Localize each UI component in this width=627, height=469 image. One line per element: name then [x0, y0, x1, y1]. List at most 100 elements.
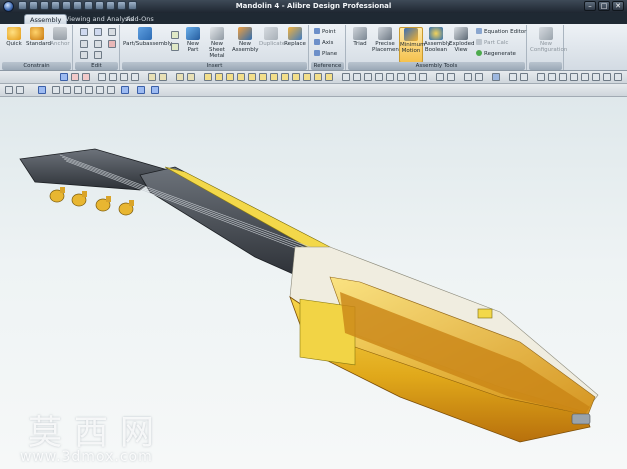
sketch-display-icon[interactable]: [85, 86, 93, 94]
axis-button[interactable]: Axis: [314, 39, 333, 47]
section-icon[interactable]: [342, 73, 350, 81]
shaded-edges-icon[interactable]: [52, 86, 60, 94]
tab-add-ons[interactable]: Add-Ons: [121, 14, 159, 24]
isolate-icon[interactable]: [475, 73, 483, 81]
equation-editor-button[interactable]: Equation Editor: [476, 28, 526, 36]
view-front-icon[interactable]: [148, 73, 156, 81]
explorer-options-icon[interactable]: [16, 86, 24, 94]
mass-properties-icon[interactable]: [375, 73, 383, 81]
point-button[interactable]: Point: [314, 28, 336, 36]
view-next-icon[interactable]: [292, 73, 300, 81]
view-dimetric-icon[interactable]: [237, 73, 245, 81]
view-iso-icon[interactable]: [226, 73, 234, 81]
assembly-boolean-button[interactable]: Assembly Boolean: [424, 27, 451, 53]
exploded-view-button[interactable]: Exploded View: [449, 27, 474, 53]
new-sheet-metal-button[interactable]: New Sheet Metal: [204, 27, 230, 59]
view-reset-icon[interactable]: [325, 73, 333, 81]
axes-display-icon[interactable]: [107, 86, 115, 94]
view-right-icon[interactable]: [187, 73, 195, 81]
perspective-icon[interactable]: [603, 73, 611, 81]
part-calc-icon: [476, 39, 482, 45]
hide-icon[interactable]: [436, 73, 444, 81]
undo-icon[interactable]: [80, 28, 88, 36]
regenerate-button[interactable]: Regenerate: [476, 50, 516, 58]
view-trimetric-icon[interactable]: [248, 73, 256, 81]
window-controls: – □ ✕: [584, 1, 624, 11]
view-previous-icon[interactable]: [281, 73, 289, 81]
shaded-icon[interactable]: [548, 73, 556, 81]
paste-icon[interactable]: [94, 40, 102, 48]
exploded-view-icon: [454, 27, 468, 40]
hidden-line-icon[interactable]: [63, 86, 71, 94]
grid-icon[interactable]: [520, 73, 528, 81]
measure-icon[interactable]: [353, 73, 361, 81]
new-configuration-button[interactable]: New Configuration: [530, 27, 567, 53]
appearance-icon[interactable]: [386, 73, 394, 81]
view-custom-icon[interactable]: [270, 73, 278, 81]
properties-icon[interactable]: [80, 51, 88, 59]
new-part-button[interactable]: New Part: [182, 27, 204, 53]
view-saved-icon[interactable]: [303, 73, 311, 81]
rotate-icon[interactable]: [82, 73, 90, 81]
transparency-icon[interactable]: [464, 73, 472, 81]
3d-viewport[interactable]: 莫西网 www.3dmox.com: [0, 97, 627, 469]
standard-constraint-button[interactable]: Standard: [26, 27, 51, 47]
lighting-icon[interactable]: [397, 73, 405, 81]
new-assembly-button[interactable]: New Assembly: [232, 27, 259, 53]
pan-icon[interactable]: [109, 73, 117, 81]
close-button[interactable]: ✕: [612, 1, 624, 11]
move-icon[interactable]: [71, 73, 79, 81]
silhouette-icon[interactable]: [581, 73, 589, 81]
planes-display-icon[interactable]: [96, 86, 104, 94]
display-mode-icon[interactable]: [537, 73, 545, 81]
zoom-icon[interactable]: [98, 73, 106, 81]
maximize-button[interactable]: □: [598, 1, 610, 11]
select-arrow-icon[interactable]: [60, 73, 68, 81]
quick-constraint-button[interactable]: Quick: [3, 27, 25, 47]
interference-icon[interactable]: [364, 73, 372, 81]
hidden-lines-icon[interactable]: [570, 73, 578, 81]
view-top-icon[interactable]: [204, 73, 212, 81]
select-all-icon[interactable]: [94, 51, 102, 59]
annotations-display-icon[interactable]: [137, 86, 145, 94]
shaded-display-icon[interactable]: [38, 86, 46, 94]
copy-icon[interactable]: [80, 40, 88, 48]
view-bottom-icon[interactable]: [215, 73, 223, 81]
part-subassembly-icon: [138, 27, 152, 40]
components-display-icon[interactable]: [151, 86, 159, 94]
zoom-fit-icon[interactable]: [131, 73, 139, 81]
plane-button[interactable]: Plane: [314, 50, 337, 58]
triad-button[interactable]: Triad: [349, 27, 371, 47]
cut-icon[interactable]: [108, 28, 116, 36]
orbit-icon[interactable]: [120, 73, 128, 81]
insert-small-icon[interactable]: [171, 31, 179, 39]
replace-button[interactable]: Replace: [284, 27, 306, 47]
wire-icon[interactable]: [74, 86, 82, 94]
part-calc-button[interactable]: Part Calc: [476, 39, 508, 47]
point-icon: [314, 28, 320, 34]
part-subassembly-button[interactable]: Part/Subassembly: [123, 27, 172, 47]
view-named-icon[interactable]: [314, 73, 322, 81]
redo-icon[interactable]: [94, 28, 102, 36]
precise-placement-button[interactable]: Precise Placement: [372, 27, 401, 53]
minimum-motion-button[interactable]: Minimum Motion: [399, 27, 426, 63]
view-left-icon[interactable]: [176, 73, 184, 81]
ribbon-group-constrain: Quick Standard Anchor Constrain: [1, 25, 73, 70]
view-back-icon[interactable]: [159, 73, 167, 81]
insert-small-icon-2[interactable]: [171, 43, 179, 51]
minimize-button[interactable]: –: [584, 1, 596, 11]
view-normal-icon[interactable]: [259, 73, 267, 81]
anchor-button[interactable]: Anchor: [49, 27, 71, 47]
delete-icon[interactable]: [108, 40, 116, 48]
design-explorer-icon[interactable]: [5, 86, 13, 94]
color-icon[interactable]: [492, 73, 500, 81]
constraints-display-icon[interactable]: [121, 86, 129, 94]
show-icon[interactable]: [447, 73, 455, 81]
background-icon[interactable]: [408, 73, 416, 81]
edges-icon[interactable]: [592, 73, 600, 81]
render-icon[interactable]: [419, 73, 427, 81]
toolbar-overflow-icon[interactable]: [614, 73, 622, 81]
wireframe-icon[interactable]: [559, 73, 567, 81]
duplicate-button[interactable]: Duplicate: [259, 27, 285, 47]
layer-icon[interactable]: [509, 73, 517, 81]
